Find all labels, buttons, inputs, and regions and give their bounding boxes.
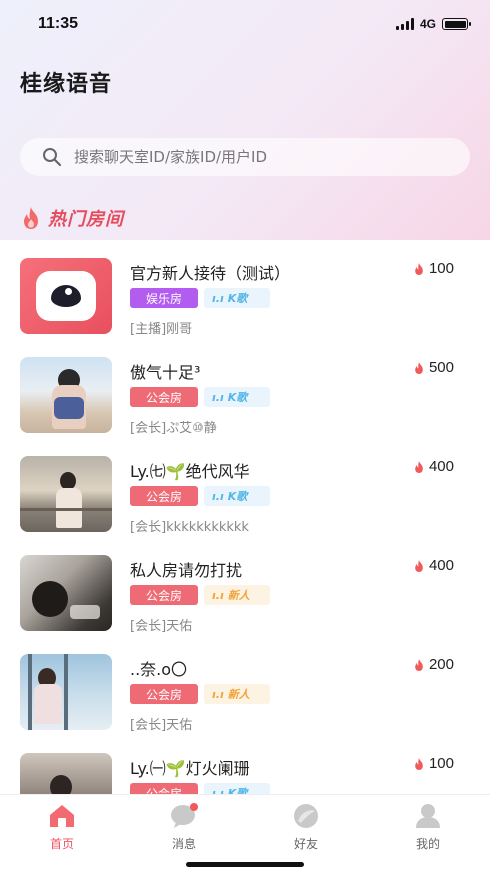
search-input[interactable] — [74, 148, 434, 166]
level-bars-icon: ı.ı — [212, 687, 224, 701]
room-item[interactable]: 私人房请勿打扰 公会房 ı.ı 新人 [会长]天佑 400 — [0, 539, 490, 638]
room-level-label: 新人 — [227, 589, 250, 602]
room-heat: 500 — [413, 359, 454, 376]
room-name: 私人房请勿打扰 — [130, 561, 243, 580]
flame-icon — [415, 262, 423, 275]
room-level-badge: ı.ı K歌 — [204, 486, 270, 506]
room-tags: 娱乐房 ı.ı K歌 — [130, 288, 270, 308]
room-heat-value: 200 — [428, 656, 454, 673]
room-thumbnail — [20, 654, 112, 730]
room-heat: 400 — [413, 458, 454, 475]
tab-label: 好友 — [293, 837, 318, 851]
status-indicators: 4G — [395, 17, 471, 31]
level-bars-icon: ı.ı — [212, 588, 224, 602]
room-level-badge: ı.ı K歌 — [204, 783, 270, 794]
home-indicator — [186, 862, 304, 867]
home-icon — [50, 805, 74, 827]
room-heat: 100 — [413, 755, 454, 772]
room-host: [会长]天佑 — [130, 619, 193, 634]
tab-friends[interactable]: 好友 — [276, 803, 336, 852]
tab-label: 我的 — [415, 837, 440, 851]
tab-label: 首页 — [49, 837, 74, 851]
level-bars-icon: ı.ı — [212, 390, 224, 404]
level-bars-icon: ı.ı — [212, 786, 224, 795]
flame-icon — [415, 460, 423, 473]
room-type-badge: 公会房 — [130, 783, 198, 794]
room-level-label: K歌 — [227, 391, 248, 404]
tab-messages[interactable]: 消息 — [154, 803, 214, 852]
room-level-label: K歌 — [227, 490, 248, 503]
room-host: [会长]kkkkkkkkkkk — [130, 520, 249, 535]
room-heat-value: 400 — [428, 557, 454, 574]
flame-icon — [415, 658, 423, 671]
room-level-label: K歌 — [227, 292, 248, 305]
room-tags: 公会房 ı.ı K歌 — [130, 486, 270, 506]
room-tags: 公会房 ı.ı K歌 — [130, 387, 270, 407]
room-heat: 100 — [413, 260, 454, 277]
room-host: [会长]ぷ艾⑩静 — [130, 421, 217, 436]
level-bars-icon: ı.ı — [212, 291, 224, 305]
room-heat-value: 100 — [428, 755, 454, 772]
room-level-label: K歌 — [227, 787, 248, 794]
room-type-badge: 公会房 — [130, 387, 198, 407]
section-title: 热门房间 — [48, 209, 124, 230]
room-host: [会长]天佑 — [130, 718, 193, 733]
search-bar[interactable] — [20, 138, 470, 176]
room-level-badge: ı.ı K歌 — [204, 387, 270, 407]
message-icon — [171, 803, 198, 828]
tab-label: 消息 — [171, 837, 196, 851]
room-list: 官方新人接待（测试） 娱乐房 ı.ı K歌 [主播]刚哥 100 傲气十足³ 公… — [0, 242, 490, 794]
status-time: 11:35 — [38, 15, 79, 32]
room-item[interactable]: Ly.㈦🌱绝代风华 公会房 ı.ı K歌 [会长]kkkkkkkkkkk 400 — [0, 440, 490, 539]
room-name: Ly.㈦🌱绝代风华 — [130, 462, 250, 481]
room-thumbnail — [20, 753, 112, 794]
room-item[interactable]: 傲气十足³ 公会房 ı.ı K歌 [会长]ぷ艾⑩静 500 — [0, 341, 490, 440]
room-item[interactable]: ..奈.o〇 公会房 ı.ı 新人 [会长]天佑 200 — [0, 638, 490, 737]
network-type: 4G — [419, 17, 436, 31]
room-heat-value: 100 — [428, 260, 454, 277]
room-thumbnail — [20, 555, 112, 631]
app-title: 桂缘语音 — [20, 72, 113, 97]
room-tags: 公会房 ı.ı 新人 — [130, 585, 270, 605]
room-thumbnail — [20, 456, 112, 532]
room-type-badge: 公会房 — [130, 486, 198, 506]
room-item[interactable]: 官方新人接待（测试） 娱乐房 ı.ı K歌 [主播]刚哥 100 — [0, 242, 490, 341]
room-thumbnail — [20, 357, 112, 433]
room-name: ..奈.o〇 — [130, 660, 188, 679]
profile-icon — [416, 804, 440, 828]
room-heat-value: 400 — [428, 458, 454, 475]
room-host: [主播]刚哥 — [130, 322, 193, 337]
room-thumbnail — [20, 258, 112, 334]
battery-icon — [442, 18, 471, 30]
section-header: 热门房间 — [20, 205, 124, 231]
room-name: 官方新人接待（测试） — [130, 264, 291, 283]
room-item[interactable]: Ly.㈠🌱灯火阑珊 公会房 ı.ı K歌 100 — [0, 737, 490, 794]
signal-icon — [395, 18, 414, 30]
eye-logo-icon — [36, 271, 96, 321]
tab-home[interactable]: 首页 — [32, 803, 92, 852]
search-icon — [43, 148, 62, 167]
room-level-badge: ı.ı 新人 — [204, 585, 270, 605]
flame-icon — [415, 559, 423, 572]
room-level-badge: ı.ı 新人 — [204, 684, 270, 704]
room-level-badge: ı.ı K歌 — [204, 288, 270, 308]
room-type-badge: 娱乐房 — [130, 288, 198, 308]
flame-icon — [415, 361, 423, 374]
room-heat: 200 — [413, 656, 454, 673]
friends-icon — [294, 804, 318, 828]
level-bars-icon: ı.ı — [212, 489, 224, 503]
room-level-label: 新人 — [227, 688, 250, 701]
room-tags: 公会房 ı.ı K歌 — [130, 783, 270, 794]
status-bar: 11:35 4G — [0, 0, 490, 48]
room-tags: 公会房 ı.ı 新人 — [130, 684, 270, 704]
flame-icon — [415, 757, 423, 770]
room-type-badge: 公会房 — [130, 684, 198, 704]
room-type-badge: 公会房 — [130, 585, 198, 605]
room-heat-value: 500 — [428, 359, 454, 376]
tab-profile[interactable]: 我的 — [398, 803, 458, 852]
room-name: Ly.㈠🌱灯火阑珊 — [130, 759, 250, 778]
room-name: 傲气十足³ — [130, 363, 201, 382]
flame-icon — [24, 207, 38, 229]
room-heat: 400 — [413, 557, 454, 574]
